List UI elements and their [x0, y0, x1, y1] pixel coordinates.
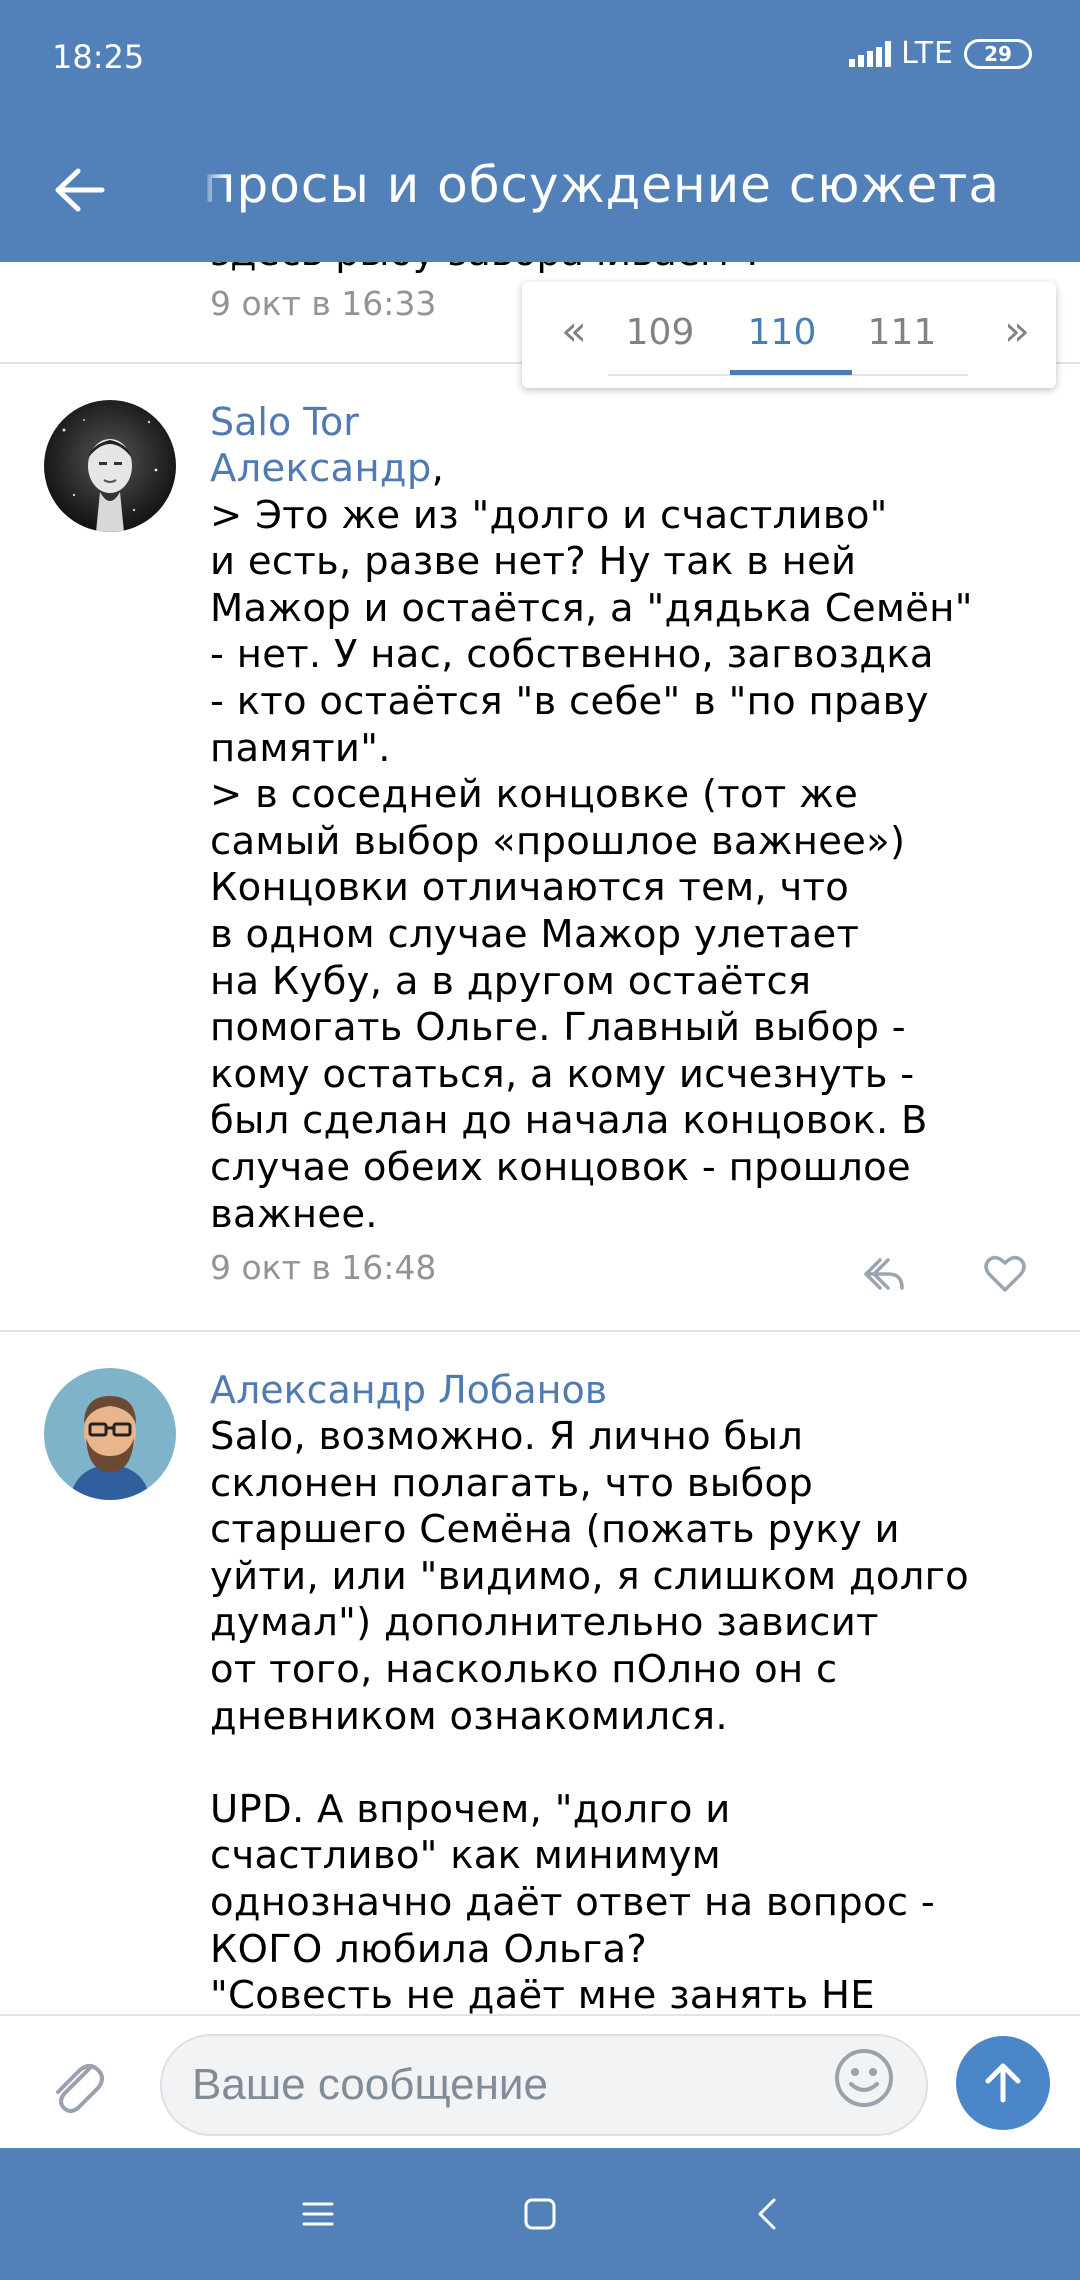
pagination-last[interactable]: »: [992, 306, 1042, 355]
avatar-image: [44, 400, 176, 532]
pagination-page[interactable]: 111: [842, 312, 962, 353]
comment-body: Salo Tor Александр, > Это же из "долго и…: [210, 398, 1050, 1238]
comment-author[interactable]: Salo Tor: [210, 398, 1050, 446]
comment-author[interactable]: Александр Лобанов: [210, 1366, 1050, 1414]
send-button[interactable]: [956, 2036, 1050, 2130]
heart-icon[interactable]: [982, 1250, 1028, 1296]
avatar[interactable]: [44, 1368, 176, 1500]
previous-comment-date: 9 окт в 16:33: [210, 284, 437, 323]
arrow-up-icon: [985, 2063, 1021, 2103]
system-navigation-bar: [0, 2148, 1080, 2280]
pagination: « 109 110 111 »: [522, 282, 1056, 388]
page-title: Вопросы и обсуждение сюжета: [200, 156, 1000, 214]
menu-icon[interactable]: [296, 2192, 340, 2236]
message-input[interactable]: Ваше сообщение: [160, 2034, 928, 2136]
pagination-active-indicator: [730, 370, 852, 375]
pagination-first[interactable]: «: [544, 306, 604, 355]
reply-icon[interactable]: [858, 1248, 908, 1298]
pagination-page-active[interactable]: 110: [722, 312, 842, 353]
comment-text: Александр, > Это же из "долго и счастлив…: [210, 446, 973, 1237]
comments-feed[interactable]: здесь рыбу заворачиваем". 9 окт в 16:33 …: [0, 262, 1080, 2014]
reply-to-mention[interactable]: Александр: [210, 446, 432, 491]
status-icons: LTE 29: [849, 36, 1032, 71]
battery-icon: 29: [964, 38, 1032, 69]
title-fade: [200, 150, 226, 230]
comment-text-body: > Это же из "долго и счастливо" и есть, …: [210, 492, 973, 1237]
comment-text: Salo, возможно. Я лично был склонен пола…: [210, 1414, 970, 2014]
paperclip-icon[interactable]: [46, 2054, 108, 2120]
previous-comment-text: здесь рыбу заворачиваем".: [210, 262, 758, 274]
back-arrow-icon: [55, 168, 105, 212]
avatar-image: [44, 1368, 176, 1500]
comment-date: 9 окт в 16:48: [210, 1248, 437, 1287]
network-type: LTE: [901, 36, 954, 71]
app-bar: 18:25 LTE 29 Вопросы и обсуждение сюжета: [0, 0, 1080, 262]
comment-body: Александр Лобанов Salo, возможно. Я личн…: [210, 1366, 1050, 2014]
divider: [0, 1330, 1080, 1332]
pagination-page[interactable]: 109: [600, 312, 720, 353]
back-button[interactable]: [40, 150, 120, 230]
comment-meta: 9 окт в 16:48: [210, 1248, 1050, 1298]
battery-level: 29: [984, 41, 1012, 66]
signal-icon: [849, 40, 892, 67]
avatar[interactable]: [44, 400, 176, 532]
back-chevron-icon[interactable]: [746, 2192, 790, 2236]
status-bar: 18:25 LTE 29: [0, 0, 1080, 116]
message-composer: Ваше сообщение: [0, 2014, 1080, 2148]
home-square-icon[interactable]: [518, 2192, 562, 2236]
status-time: 18:25: [52, 38, 145, 76]
smile-icon[interactable]: [832, 2046, 896, 2110]
page-title-container: Вопросы и обсуждение сюжета: [200, 150, 1020, 230]
